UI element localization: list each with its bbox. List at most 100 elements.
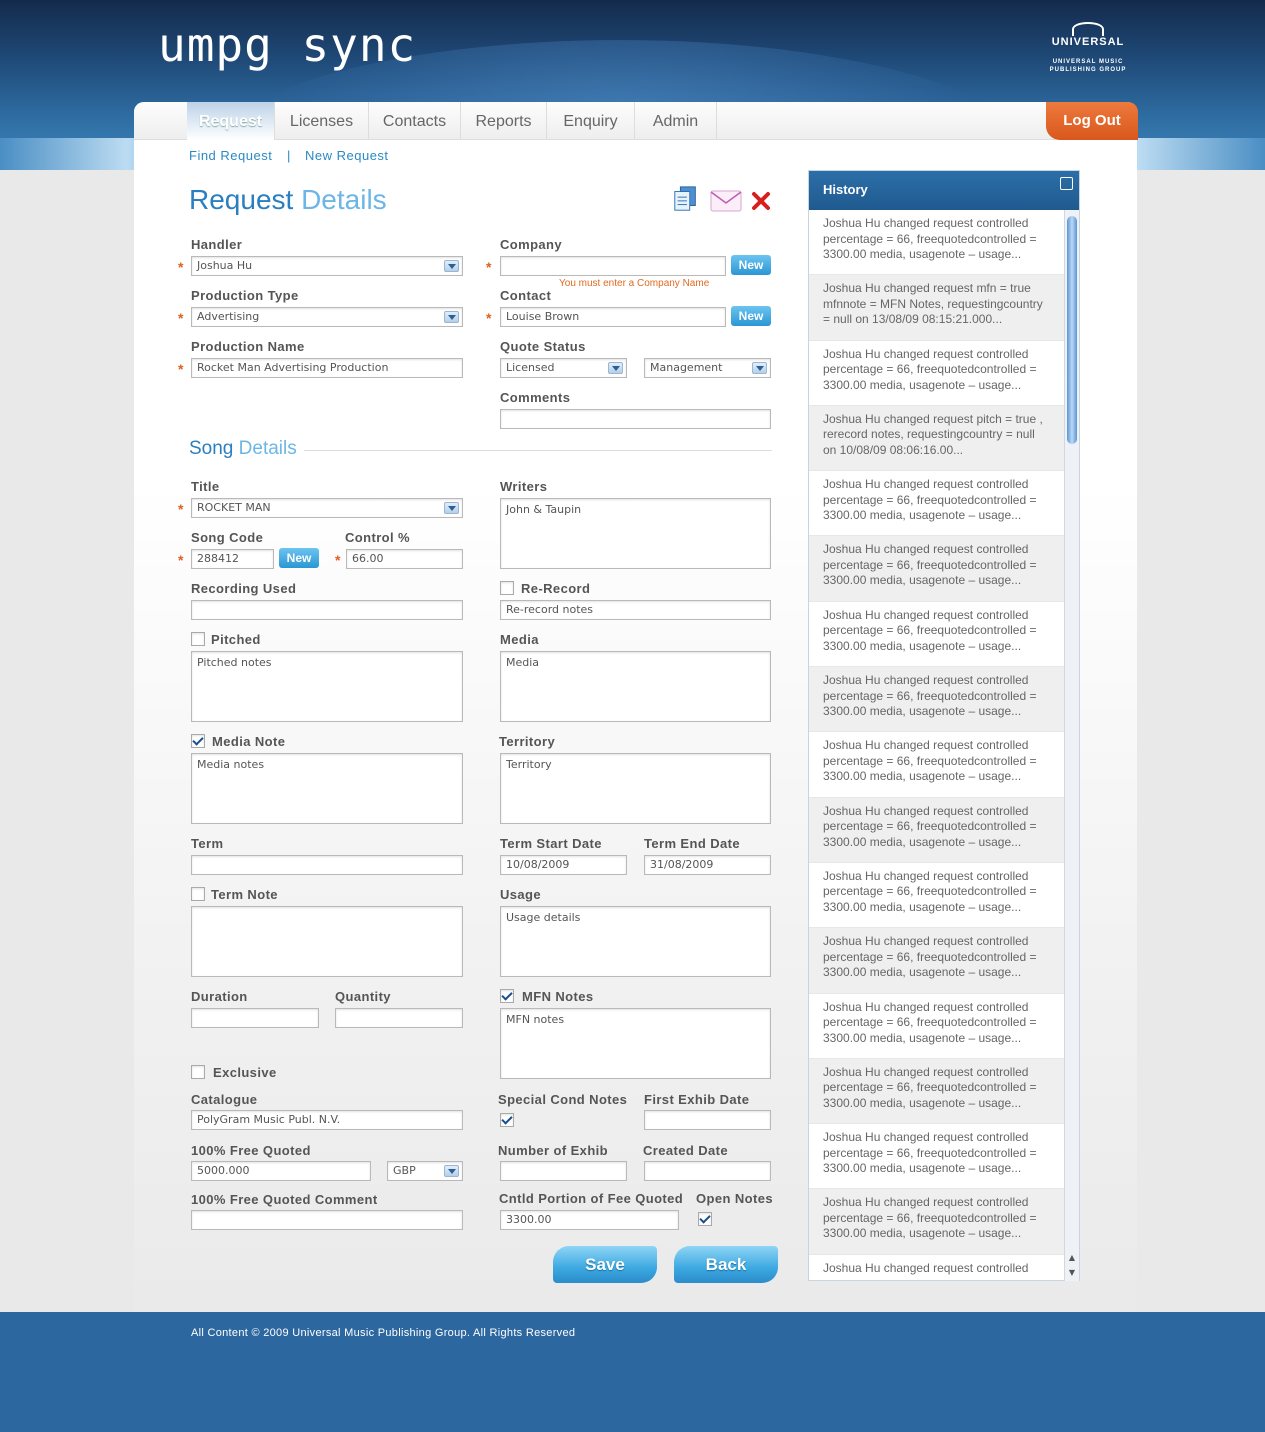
- required-marker: *: [335, 552, 341, 568]
- scroll-down-icon[interactable]: ▼: [1065, 1266, 1079, 1280]
- rerecord-checkbox[interactable]: [500, 581, 514, 595]
- duration-label: Duration: [191, 989, 248, 1004]
- maximize-icon[interactable]: [1060, 177, 1073, 190]
- close-x-icon[interactable]: [750, 190, 772, 212]
- mfn-notes-textarea[interactable]: MFN notes: [500, 1008, 771, 1079]
- number-exhib-input[interactable]: [500, 1161, 627, 1181]
- open-notes-label: Open Notes: [696, 1191, 773, 1206]
- history-item[interactable]: Joshua Hu changed request controlled per…: [809, 797, 1065, 863]
- contact-input[interactable]: Louise Brown: [500, 307, 726, 327]
- logout-button[interactable]: Log Out: [1046, 102, 1138, 140]
- required-marker: *: [178, 361, 184, 377]
- mfn-notes-checkbox[interactable]: [500, 989, 514, 1003]
- term-end-label: Term End Date: [644, 836, 740, 851]
- song-code-input[interactable]: 288412: [191, 549, 274, 569]
- new-request-link[interactable]: New Request: [305, 148, 389, 163]
- history-item[interactable]: Joshua Hu changed request controlled per…: [809, 1124, 1065, 1190]
- quantity-input[interactable]: [335, 1008, 463, 1028]
- pitched-notes-textarea[interactable]: Pitched notes: [191, 651, 463, 722]
- history-item[interactable]: Joshua Hu changed request controlled per…: [809, 928, 1065, 994]
- history-list[interactable]: Joshua Hu changed request controlled per…: [809, 210, 1065, 1281]
- usage-textarea[interactable]: Usage details: [500, 906, 771, 977]
- open-notes-checkbox[interactable]: [698, 1212, 712, 1226]
- media-note-checkbox[interactable]: [191, 734, 205, 748]
- created-date-input[interactable]: [644, 1161, 771, 1181]
- exclusive-checkbox[interactable]: [191, 1065, 205, 1079]
- term-start-input[interactable]: 10/08/2009: [500, 855, 627, 875]
- history-item[interactable]: Joshua Hu changed request pitch = true ,…: [809, 405, 1065, 472]
- section-divider: [304, 450, 772, 451]
- control-percent-label: Control %: [345, 530, 410, 545]
- history-item[interactable]: Joshua Hu changed request controlled per…: [809, 536, 1065, 602]
- required-marker: *: [486, 310, 492, 326]
- history-item[interactable]: Joshua Hu changed request controlled per…: [809, 602, 1065, 668]
- territory-textarea[interactable]: Territory: [500, 753, 771, 824]
- term-end-input[interactable]: 31/08/2009: [644, 855, 771, 875]
- history-scrollbar[interactable]: ▲ ▼: [1064, 210, 1079, 1281]
- history-item[interactable]: Joshua Hu changed request controlled per…: [809, 994, 1065, 1059]
- quote-type-select[interactable]: Management: [644, 358, 771, 378]
- media-notes-textarea[interactable]: Media notes: [191, 753, 463, 824]
- page-title: Request Details: [189, 184, 387, 215]
- app-logo[interactable]: umpg sync: [158, 18, 416, 72]
- tab-request[interactable]: Request: [187, 102, 275, 140]
- back-button[interactable]: Back: [674, 1246, 778, 1283]
- term-input[interactable]: [191, 855, 463, 875]
- history-item[interactable]: Joshua Hu changed request mfn = true mfn…: [809, 275, 1065, 341]
- history-item[interactable]: Joshua Hu changed request controlled per…: [809, 471, 1065, 537]
- tab-admin[interactable]: Admin: [635, 102, 717, 140]
- new-song-code-button[interactable]: New: [279, 548, 319, 568]
- tab-contacts[interactable]: Contacts: [369, 102, 461, 140]
- first-exhib-input[interactable]: [644, 1110, 771, 1130]
- comments-input[interactable]: [500, 409, 771, 429]
- duration-input[interactable]: [191, 1008, 319, 1028]
- scroll-up-icon[interactable]: ▲: [1065, 1251, 1079, 1265]
- production-type-label: Production Type: [191, 288, 299, 303]
- company-input[interactable]: [500, 256, 726, 276]
- currency-select[interactable]: GBP: [387, 1161, 463, 1181]
- free-quoted-comment-input[interactable]: [191, 1210, 463, 1230]
- free-quoted-input[interactable]: 5000.000: [191, 1161, 371, 1181]
- envelope-icon[interactable]: [709, 187, 743, 215]
- special-cond-checkbox[interactable]: [500, 1113, 514, 1127]
- handler-select[interactable]: Joshua Hu: [191, 256, 463, 276]
- catalogue-input[interactable]: PolyGram Music Publ. N.V.: [191, 1110, 463, 1130]
- find-request-link[interactable]: Find Request: [189, 148, 272, 163]
- history-item[interactable]: Joshua Hu changed request controlled per…: [809, 210, 1065, 276]
- tab-enquiry[interactable]: Enquiry: [547, 102, 635, 140]
- universal-logo-text: UNIVERSAL: [1051, 36, 1125, 48]
- media-textarea[interactable]: Media: [500, 651, 771, 722]
- subnav-separator: |: [287, 148, 291, 163]
- term-note-checkbox[interactable]: [191, 887, 205, 901]
- new-company-button[interactable]: New: [731, 255, 771, 275]
- song-title-select[interactable]: ROCKET MAN: [191, 498, 463, 518]
- recording-used-input[interactable]: [191, 600, 463, 620]
- new-contact-button[interactable]: New: [731, 306, 771, 326]
- scrollbar-thumb[interactable]: [1067, 216, 1077, 444]
- tab-reports[interactable]: Reports: [461, 102, 547, 140]
- production-type-select[interactable]: Advertising: [191, 307, 463, 327]
- history-item[interactable]: Joshua Hu changed request controlled per…: [809, 1189, 1065, 1255]
- control-percent-input[interactable]: 66.00: [346, 549, 463, 569]
- quote-status-select[interactable]: Licensed: [500, 358, 627, 378]
- tab-licenses[interactable]: Licenses: [275, 102, 369, 140]
- copy-document-icon[interactable]: [671, 185, 701, 213]
- history-item[interactable]: Joshua Hu changed request controlled per…: [809, 863, 1065, 929]
- save-button[interactable]: Save: [553, 1246, 657, 1283]
- pitched-checkbox[interactable]: [191, 632, 205, 646]
- history-item[interactable]: Joshua Hu changed request controlled: [809, 1255, 1065, 1281]
- production-name-input[interactable]: Rocket Man Advertising Production: [191, 358, 463, 378]
- writers-textarea[interactable]: John & Taupin: [500, 498, 771, 569]
- cntld-portion-input[interactable]: 3300.00: [500, 1210, 679, 1230]
- history-item[interactable]: Joshua Hu changed request controlled per…: [809, 732, 1065, 798]
- history-item[interactable]: Joshua Hu changed request controlled per…: [809, 341, 1065, 406]
- globe-icon: [1072, 22, 1104, 36]
- pitched-label: Pitched: [211, 632, 261, 647]
- created-date-label: Created Date: [643, 1143, 728, 1158]
- media-note-label: Media Note: [212, 734, 286, 749]
- mfn-notes-label: MFN Notes: [522, 989, 594, 1004]
- history-item[interactable]: Joshua Hu changed request controlled per…: [809, 1058, 1065, 1125]
- history-item[interactable]: Joshua Hu changed request controlled per…: [809, 667, 1065, 733]
- rerecord-notes-input[interactable]: Re-record notes: [500, 600, 771, 620]
- term-notes-textarea[interactable]: [191, 906, 463, 977]
